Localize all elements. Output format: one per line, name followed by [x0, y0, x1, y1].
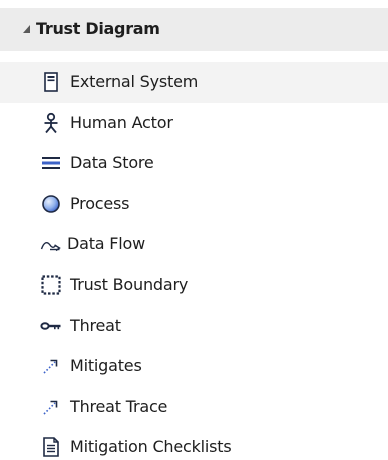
toolbox-item-label: Mitigates: [70, 356, 142, 376]
toolbox-item-threat[interactable]: Threat: [0, 306, 388, 347]
toolbox-item-label: Mitigation Checklists: [70, 437, 232, 457]
data-store-icon: [40, 152, 62, 174]
toolbox-item-label: Threat Trace: [70, 396, 168, 416]
toolbox-item-label: Human Actor: [70, 112, 173, 132]
toolbox-item-threat-trace[interactable]: Threat Trace: [0, 387, 388, 428]
threat-trace-icon: [40, 396, 62, 418]
toolbox-item-label: Threat: [70, 315, 121, 335]
toolbox-item-label: Trust Boundary: [70, 274, 189, 294]
external-system-icon: [40, 71, 62, 93]
toolbox-item-trust-boundary[interactable]: Trust Boundary: [0, 265, 388, 306]
toolbox-item-list: External System Human Actor Data Store P…: [0, 62, 388, 460]
toolbox-item-process[interactable]: Process: [0, 184, 388, 225]
toolbox-item-data-store[interactable]: Data Store: [0, 143, 388, 184]
threat-icon: [40, 315, 62, 337]
toolbox-item-label: Data Store: [70, 153, 154, 173]
toolbox-item-label: Process: [70, 193, 130, 213]
trust-boundary-icon: [40, 274, 62, 296]
toolbox-item-mitigation-checklists[interactable]: Mitigation Checklists: [0, 427, 388, 460]
toolbox-item-label: External System: [70, 72, 199, 91]
data-flow-icon: [40, 233, 62, 255]
human-actor-icon: [40, 112, 62, 134]
toolbox-item-label: Data Flow: [67, 234, 146, 254]
collapse-arrow-icon[interactable]: [22, 23, 32, 35]
toolbox-item-mitigates[interactable]: Mitigates: [0, 346, 388, 387]
toolbox-item-human-actor[interactable]: Human Actor: [0, 103, 388, 144]
toolbox-item-data-flow[interactable]: Data Flow: [0, 224, 388, 265]
toolbox-item-external-system[interactable]: External System: [0, 62, 388, 103]
toolbox-group-header[interactable]: Trust Diagram: [0, 8, 388, 51]
group-title: Trust Diagram: [36, 19, 160, 38]
process-icon: [40, 193, 62, 215]
mitigation-checklists-icon: [40, 436, 62, 458]
mitigates-icon: [40, 355, 62, 377]
